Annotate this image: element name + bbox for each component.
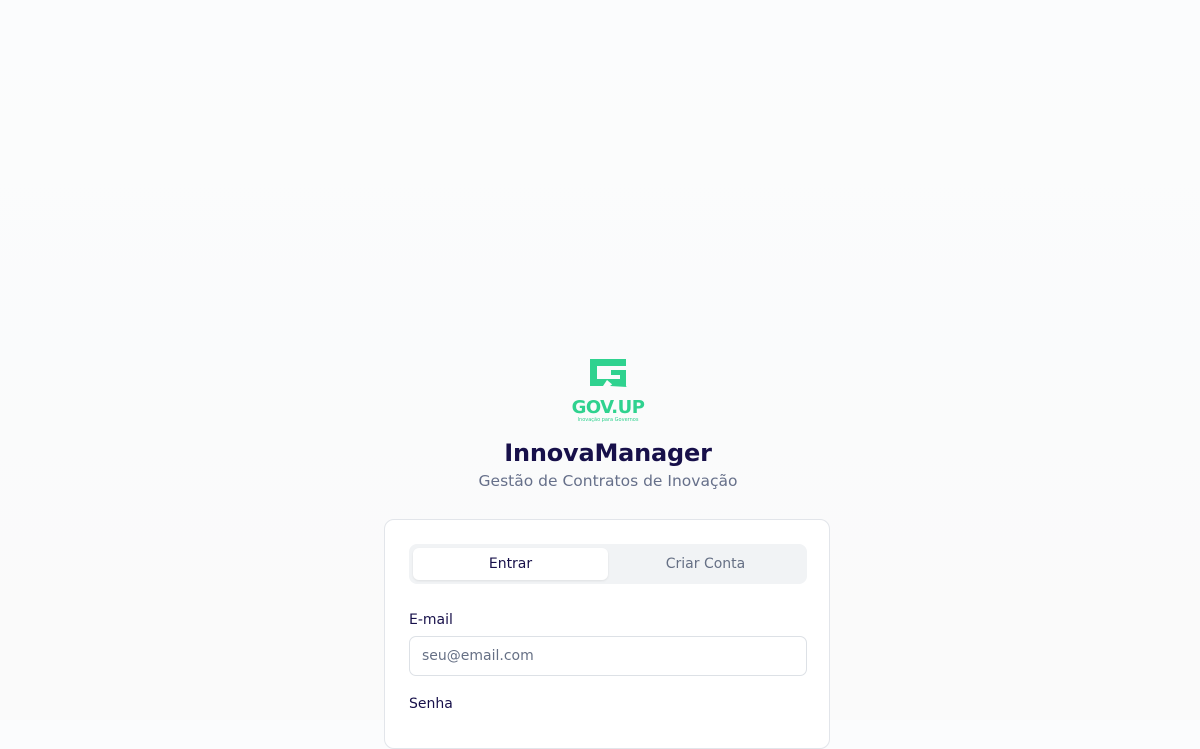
logo-tagline: Inovação para Governos — [578, 417, 639, 423]
tab-criar-conta[interactable]: Criar Conta — [608, 548, 803, 580]
app-subtitle: Gestão de Contratos de Inovação — [478, 472, 738, 490]
email-label: E-mail — [409, 612, 453, 628]
password-label: Senha — [409, 696, 453, 712]
logo-wordmark: GOV.UP — [572, 397, 645, 418]
auth-tabs: Entrar Criar Conta — [409, 544, 807, 584]
tab-entrar[interactable]: Entrar — [413, 548, 608, 580]
govup-logo: GOV.UP Inovação para Governos — [570, 356, 646, 424]
app-title: InnovaManager — [504, 439, 712, 467]
login-card: Entrar Criar Conta E-mail Senha — [384, 519, 830, 749]
email-input[interactable] — [409, 636, 807, 676]
